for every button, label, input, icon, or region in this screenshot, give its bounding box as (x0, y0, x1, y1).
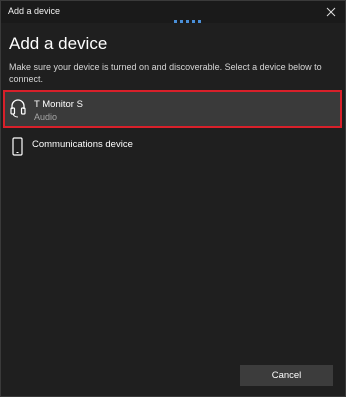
searching-progress-indicator (174, 20, 201, 23)
progress-dot (174, 20, 177, 23)
window-title: Add a device (8, 6, 61, 16)
device-type: Audio (34, 112, 58, 122)
title-bar: Add a device (1, 1, 345, 23)
cancel-button[interactable]: Cancel (240, 365, 333, 386)
page-title: Add a device (9, 34, 108, 53)
instructions-text: Make sure your device is turned on and d… (9, 62, 322, 84)
close-icon (326, 7, 336, 17)
progress-dot (180, 20, 183, 23)
device-item-t-monitor-s[interactable]: T Monitor S Audio (3, 90, 342, 128)
phone-icon (12, 137, 23, 156)
device-name: T Monitor S (34, 99, 83, 110)
headset-icon (10, 99, 26, 118)
progress-dot (186, 20, 189, 23)
close-button[interactable] (317, 1, 345, 23)
progress-dot (198, 20, 201, 23)
progress-dot (192, 20, 195, 23)
device-item-communications-device[interactable]: Communications device (3, 133, 342, 171)
add-device-dialog: Add a device Add a device Make sure your… (0, 0, 346, 397)
device-name: Communications device (32, 139, 133, 150)
